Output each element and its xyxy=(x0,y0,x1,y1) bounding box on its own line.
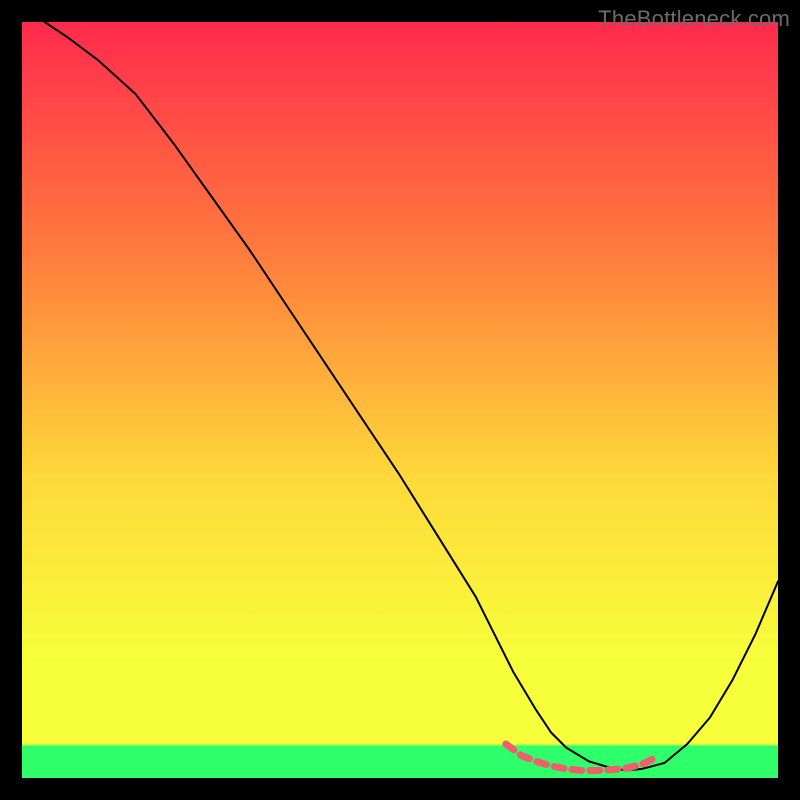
plot-area xyxy=(22,22,778,778)
chart-frame: TheBottleneck.com xyxy=(0,0,800,800)
watermark-text: TheBottleneck.com xyxy=(598,6,790,32)
plot-svg xyxy=(22,22,778,778)
gradient-background xyxy=(22,22,778,778)
